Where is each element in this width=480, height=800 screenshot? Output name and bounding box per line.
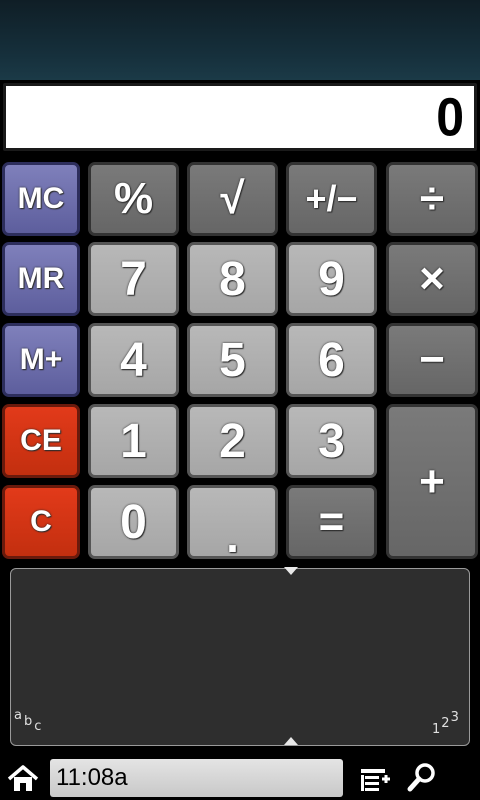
memory-recall-button[interactable]: MR [2,242,80,316]
number-mode-toggle[interactable]: 123 [432,708,459,737]
percent-button[interactable]: % [88,162,179,236]
status-bar: 11:08a [0,753,480,800]
digit-5-button[interactable]: 5 [187,323,278,397]
sign-toggle-button[interactable]: +/− [286,162,377,236]
divide-button[interactable]: ÷ [386,162,478,236]
decimal-button[interactable]: . [187,485,278,562]
letter-mode-toggle[interactable]: abc [14,708,41,734]
clear-entry-button[interactable]: CE [2,404,80,478]
multiply-button[interactable]: × [386,242,478,316]
add-button[interactable]: + [386,404,478,559]
square-root-button[interactable]: √ [187,162,278,236]
task-list-icon[interactable] [360,765,392,793]
equals-button[interactable]: = [286,485,377,559]
digit-7-button[interactable]: 7 [88,242,179,316]
digit-2-button[interactable]: 2 [187,404,278,478]
digit-1-button[interactable]: 1 [88,404,179,478]
digit-9-button[interactable]: 9 [286,242,377,316]
home-icon[interactable] [6,765,40,793]
digit-3-button[interactable]: 3 [286,404,377,478]
memory-add-button[interactable]: M+ [2,323,80,397]
display-value: 0 [436,86,464,148]
calculator-display: 0 [3,83,477,151]
subtract-button[interactable]: − [386,323,478,397]
digit-8-button[interactable]: 8 [187,242,278,316]
title-bar [0,0,480,80]
keypad: MC MR M+ CE C % √ +/− ÷ 7 8 9 × 4 5 6 − … [0,160,480,562]
expand-arrow-icon[interactable] [284,737,298,745]
memory-clear-button[interactable]: MC [2,162,80,236]
collapse-arrow-icon[interactable] [284,567,298,575]
handwriting-input-area[interactable] [10,568,470,746]
digit-6-button[interactable]: 6 [286,323,377,397]
clock-display: 11:08a [50,759,343,797]
digit-4-button[interactable]: 4 [88,323,179,397]
clear-button[interactable]: C [2,485,80,559]
search-icon[interactable] [406,761,438,793]
digit-0-button[interactable]: 0 [88,485,179,559]
